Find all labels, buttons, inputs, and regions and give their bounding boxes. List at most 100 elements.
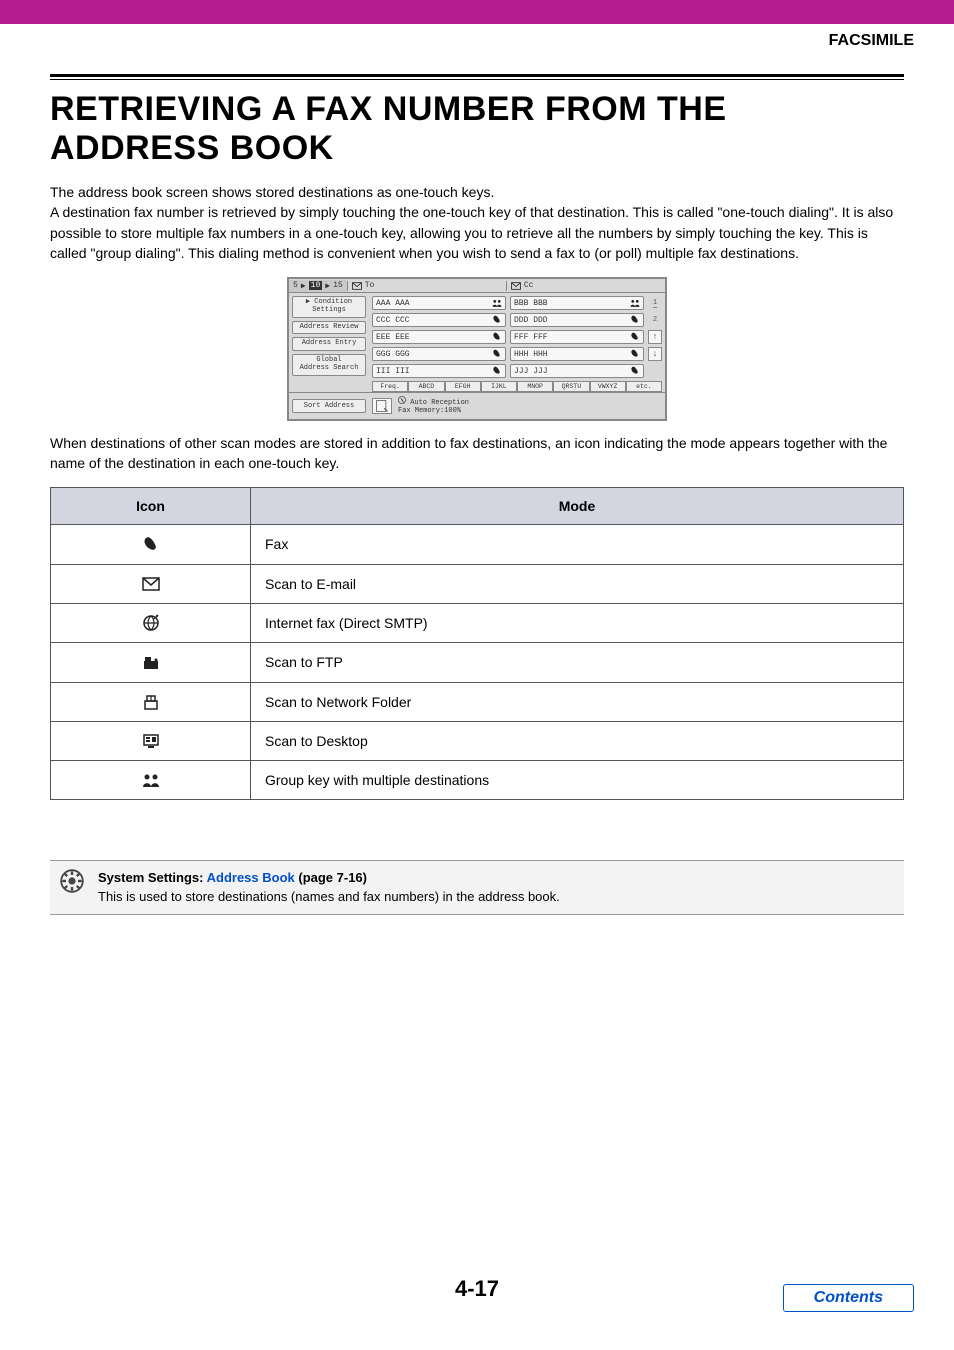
sort-address-button[interactable]: Sort Address xyxy=(292,399,366,413)
onetouch-label: JJJ JJJ xyxy=(514,367,548,376)
preview-icon xyxy=(375,399,389,413)
onetouch-label: DDD DDD xyxy=(514,316,548,325)
table-row: Scan to E-mail xyxy=(51,564,904,603)
side-panel: ▶ Condition Settings Address Review Addr… xyxy=(289,293,369,392)
tab-cc[interactable]: Cc xyxy=(506,281,665,291)
preview-button[interactable] xyxy=(372,398,392,414)
crumb-2: 10 xyxy=(309,281,323,290)
fax-icon xyxy=(630,349,640,359)
alpha-tab[interactable]: MNOP xyxy=(517,381,553,392)
onetouch-key[interactable]: AAA AAA xyxy=(372,296,506,310)
side-global-search[interactable]: Global Address Search xyxy=(292,354,366,375)
onetouch-label: HHH HHH xyxy=(514,350,548,359)
icon-cell xyxy=(51,643,251,682)
mode-table: Icon Mode FaxScan to E-mailInternet fax … xyxy=(50,487,904,800)
pager-cell: 1 xyxy=(648,299,662,308)
page-title: RETRIEVING A FAX NUMBER FROM THE ADDRESS… xyxy=(50,90,904,168)
onetouch-key[interactable]: GGG GGG xyxy=(372,347,506,361)
side-btn-label: Global Address Search xyxy=(300,356,359,372)
note-link[interactable]: Address Book xyxy=(207,870,295,885)
alpha-tabs: Freq.ABCDEFGHIJKLMNOPQRSTUVWXYZetc. xyxy=(372,381,662,392)
mode-cell: Internet fax (Direct SMTP) xyxy=(251,603,904,642)
group-icon xyxy=(630,298,640,308)
screen-header: 5▶ 10▶ 15 To Cc xyxy=(289,279,665,293)
crumb-1: 5 xyxy=(293,281,298,290)
icon-cell xyxy=(51,564,251,603)
alpha-tab[interactable]: VWXYZ xyxy=(590,381,626,392)
icon-cell xyxy=(51,682,251,721)
intro-paragraph: The address book screen shows stored des… xyxy=(50,182,904,263)
alpha-tab[interactable]: IJKL xyxy=(481,381,517,392)
onetouch-key[interactable]: HHH HHH xyxy=(510,347,644,361)
onetouch-label: CCC CCC xyxy=(376,316,410,325)
onetouch-key[interactable]: JJJ JJJ xyxy=(510,364,644,378)
pager-cell: ↑ xyxy=(648,330,662,344)
mode-cell: Scan to FTP xyxy=(251,643,904,682)
section-brand: FACSIMILE xyxy=(0,24,954,56)
status-text: Auto Reception Fax Memory:100% xyxy=(398,396,469,415)
icon-cell xyxy=(51,761,251,800)
side-btn-label: Condition Settings xyxy=(312,298,352,314)
onetouch-label: FFF FFF xyxy=(514,333,548,342)
alpha-tab[interactable]: EFGH xyxy=(445,381,481,392)
table-row: Internet fax (Direct SMTP) xyxy=(51,603,904,642)
screen-footer: Sort Address Auto Reception Fax Memory:1… xyxy=(289,392,665,418)
col-mode: Mode xyxy=(251,488,904,525)
side-address-review[interactable]: Address Review xyxy=(292,321,366,335)
mode-cell: Group key with multiple destinations xyxy=(251,761,904,800)
onetouch-key[interactable]: DDD DDD xyxy=(510,313,644,327)
col-icon: Icon xyxy=(51,488,251,525)
table-row: Scan to Desktop xyxy=(51,721,904,760)
onetouch-label: EEE EEE xyxy=(376,333,410,342)
envelope-icon xyxy=(511,281,521,291)
page-down-button[interactable]: ↓ xyxy=(648,347,662,361)
table-row: Scan to Network Folder xyxy=(51,682,904,721)
contents-label: Contents xyxy=(814,1289,883,1306)
page-up-button[interactable]: ↑ xyxy=(648,330,662,344)
onetouch-label: GGG GGG xyxy=(376,350,410,359)
ftp-icon xyxy=(142,654,160,672)
fax-icon xyxy=(630,366,640,376)
ifax-icon xyxy=(142,614,160,632)
note-body: This is used to store destinations (name… xyxy=(98,889,560,904)
fax-icon xyxy=(630,315,640,325)
table-row: Group key with multiple destinations xyxy=(51,761,904,800)
addressbook-screen: 5▶ 10▶ 15 To Cc ▶ Condition Settings Add… xyxy=(287,277,667,420)
side-address-entry[interactable]: Address Entry xyxy=(292,337,366,351)
onetouch-key[interactable]: BBB BBB xyxy=(510,296,644,310)
fax-icon xyxy=(492,315,502,325)
email-icon xyxy=(142,575,160,593)
tab-cc-label: Cc xyxy=(524,281,534,290)
mode-cell: Scan to Network Folder xyxy=(251,682,904,721)
icon-cell xyxy=(51,721,251,760)
alpha-tab[interactable]: etc. xyxy=(626,381,662,392)
group-icon xyxy=(142,771,160,789)
below-screen-text: When destinations of other scan modes ar… xyxy=(50,433,904,474)
alpha-tab[interactable]: ABCD xyxy=(408,381,444,392)
onetouch-label: AAA AAA xyxy=(376,299,410,308)
table-row: Scan to FTP xyxy=(51,643,904,682)
top-accent-bar xyxy=(0,0,954,24)
onetouch-key[interactable]: FFF FFF xyxy=(510,330,644,344)
contents-button[interactable]: Contents xyxy=(783,1284,914,1312)
fax-icon xyxy=(630,332,640,342)
note-prefix: System Settings: xyxy=(98,870,207,885)
alpha-tab[interactable]: QRSTU xyxy=(553,381,589,392)
fax-icon xyxy=(492,349,502,359)
main-panel: AAA AAABBB BBB1CCC CCCDDD DDD2EEE EEEFFF… xyxy=(369,293,665,392)
rule-thin xyxy=(50,79,904,80)
onetouch-key[interactable]: CCC CCC xyxy=(372,313,506,327)
side-condition-settings[interactable]: ▶ Condition Settings xyxy=(292,296,366,317)
status-line2: Fax Memory:100% xyxy=(398,407,461,415)
pager-cell: ↓ xyxy=(648,347,662,361)
mode-cell: Fax xyxy=(251,525,904,564)
sort-label: Sort Address xyxy=(304,402,354,410)
onetouch-label: III III xyxy=(376,367,410,376)
fax-icon xyxy=(492,366,502,376)
onetouch-key[interactable]: III III xyxy=(372,364,506,378)
crumb-3: 15 xyxy=(333,281,343,290)
alpha-tab[interactable]: Freq. xyxy=(372,381,408,392)
onetouch-key[interactable]: EEE EEE xyxy=(372,330,506,344)
tab-to[interactable]: To xyxy=(347,281,506,291)
side-btn-label: Address Review xyxy=(300,323,359,331)
